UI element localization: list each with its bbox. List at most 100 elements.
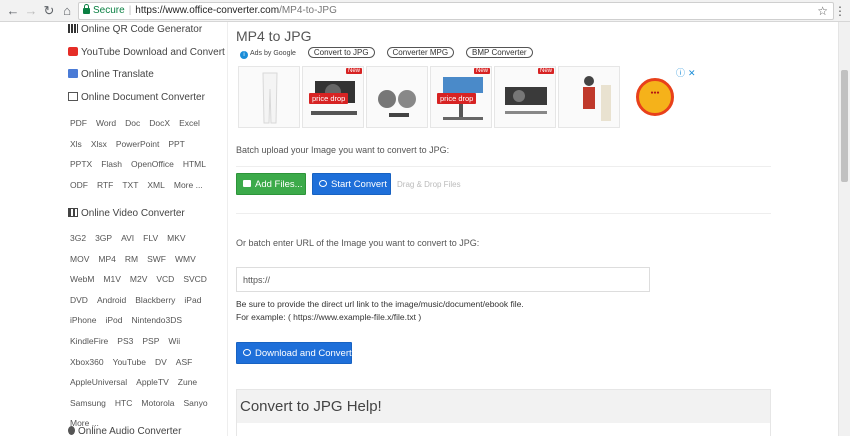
sidebar-link[interactable]: 3G2: [70, 228, 86, 249]
sidebar-video-label: Online Video Converter: [81, 208, 185, 219]
vertical-scrollbar[interactable]: [838, 22, 850, 436]
sidebar-link[interactable]: Xlsx: [91, 134, 107, 155]
sidebar-link[interactable]: PSP: [142, 331, 159, 352]
add-files-button[interactable]: Add Files...: [236, 173, 306, 195]
reload-icon[interactable]: ↻: [40, 2, 58, 20]
sidebar-link[interactable]: Android: [97, 290, 126, 311]
sidebar-qr-generator[interactable]: Online QR Code Generator: [68, 24, 202, 35]
ad-close-icon[interactable]: ✕: [688, 68, 696, 78]
ad-product-leggings[interactable]: [238, 66, 300, 128]
ad-product-camera-set[interactable]: New price drop: [302, 66, 364, 128]
sidebar-link[interactable]: Sanyo: [183, 393, 207, 414]
sidebar-link[interactable]: RM: [125, 249, 138, 270]
promo-seal-graphic: ●●●: [650, 90, 660, 96]
sidebar-link[interactable]: AVI: [121, 228, 134, 249]
sidebar-link[interactable]: M2V: [130, 269, 147, 290]
sidebar-link[interactable]: HTML: [183, 154, 206, 175]
sidebar-link[interactable]: PowerPoint: [116, 134, 159, 155]
sidebar-link[interactable]: More ...: [174, 175, 203, 196]
scrollbar-thumb[interactable]: [841, 70, 848, 182]
sidebar-link[interactable]: SVCD: [183, 269, 207, 290]
sidebar-link[interactable]: DV: [155, 352, 167, 373]
sidebar-link[interactable]: WMV: [175, 249, 196, 270]
sidebar-link[interactable]: Motorola: [141, 393, 174, 414]
sidebar-link[interactable]: iPad: [184, 290, 201, 311]
adchoices-icon[interactable]: i: [240, 51, 248, 59]
sidebar-audio-converter[interactable]: Online Audio Converter: [68, 426, 181, 436]
back-arrow-icon[interactable]: ←: [4, 2, 22, 20]
sidebar-link[interactable]: MP4: [98, 249, 115, 270]
sidebar-link[interactable]: ASF: [176, 352, 193, 373]
ad-product-gadget[interactable]: New: [494, 66, 556, 128]
promo-seal: [636, 78, 674, 116]
sidebar-link[interactable]: MOV: [70, 249, 89, 270]
sidebar-link[interactable]: Flash: [101, 154, 122, 175]
sidebar-link[interactable]: YouTube: [113, 352, 146, 373]
drag-drop-zone[interactable]: Drag & Drop Files: [397, 180, 461, 189]
sidebar-link[interactable]: KindleFire: [70, 331, 108, 352]
sidebar-online-translate[interactable]: Online Translate: [68, 69, 154, 80]
ad-banner[interactable]: New price drop New price drop New ●●● ⓘ …: [238, 66, 696, 128]
sidebar-link[interactable]: DVD: [70, 290, 88, 311]
sidebar-qr-label: Online QR Code Generator: [81, 24, 203, 35]
ad-product-figure[interactable]: [558, 66, 620, 128]
sidebar-link[interactable]: Word: [96, 113, 116, 134]
browser-menu-icon[interactable]: ⋮: [834, 2, 846, 20]
url-example: For example: ( https://www.example-file.…: [236, 312, 422, 322]
sidebar-link[interactable]: Wii: [168, 331, 180, 352]
sidebar-link[interactable]: PPTX: [70, 154, 92, 175]
sidebar-link[interactable]: Xls: [70, 134, 82, 155]
ad-product-stand[interactable]: New price drop: [430, 66, 492, 128]
sidebar-link[interactable]: FLV: [143, 228, 158, 249]
batch-upload-label: Batch upload your Image you want to conv…: [236, 145, 450, 155]
sidebar-link[interactable]: Nintendo3DS: [131, 310, 182, 331]
sidebar-link[interactable]: iPod: [105, 310, 122, 331]
sidebar-link[interactable]: MKV: [167, 228, 185, 249]
forward-arrow-icon[interactable]: →: [22, 2, 40, 20]
sidebar-link[interactable]: Samsung: [70, 393, 106, 414]
sidebar-link[interactable]: PPT: [168, 134, 185, 155]
start-convert-button[interactable]: Start Convert: [312, 173, 391, 195]
youtube-icon: [68, 47, 78, 56]
sidebar-link[interactable]: RTF: [97, 175, 113, 196]
sidebar-link[interactable]: HTC: [115, 393, 132, 414]
sidebar-link[interactable]: VCD: [156, 269, 174, 290]
sidebar-link[interactable]: AppleTV: [136, 372, 169, 393]
sidebar-link[interactable]: OpenOffice: [131, 154, 174, 175]
sidebar-audio-label: Online Audio Converter: [78, 426, 182, 436]
help-content: [237, 423, 770, 436]
address-bar[interactable]: Secure | https://www.office-converter.com/…: [78, 2, 834, 20]
download-convert-button[interactable]: Download and Convert: [236, 342, 352, 364]
home-icon[interactable]: ⌂: [58, 2, 76, 20]
sidebar-link[interactable]: 3GP: [95, 228, 112, 249]
url-input[interactable]: [236, 267, 650, 292]
sidebar-link[interactable]: Excel: [179, 113, 200, 134]
sidebar-link[interactable]: M1V: [103, 269, 120, 290]
sidebar-link[interactable]: DocX: [149, 113, 170, 134]
ad-pill-converter-mpg[interactable]: Converter MPG: [386, 47, 455, 58]
sidebar-link[interactable]: PS3: [117, 331, 133, 352]
sidebar-link[interactable]: Doc: [125, 113, 140, 134]
sidebar-link[interactable]: TXT: [122, 175, 138, 196]
ad-pill-convert-to-jpg[interactable]: Convert to JPG: [307, 47, 375, 58]
sidebar-link[interactable]: Blackberry: [135, 290, 175, 311]
sidebar-video-converter[interactable]: Online Video Converter: [68, 208, 185, 219]
ad-info-icon[interactable]: ⓘ: [676, 68, 685, 78]
sidebar-link[interactable]: ODF: [70, 175, 88, 196]
ad-pill-bmp-converter[interactable]: BMP Converter: [466, 47, 533, 58]
sidebar-link[interactable]: PDF: [70, 113, 87, 134]
sidebar-link[interactable]: Zune: [178, 372, 197, 393]
sidebar-document-converter[interactable]: Online Document Converter: [68, 92, 205, 103]
sidebar-link[interactable]: AppleUniversal: [70, 372, 127, 393]
sidebar-document-label: Online Document Converter: [81, 92, 205, 103]
ad-promo-badge[interactable]: ●●●: [628, 74, 682, 128]
sidebar-link[interactable]: iPhone: [70, 310, 96, 331]
sidebar-youtube-download[interactable]: YouTube Download and Convert: [68, 47, 225, 58]
sidebar-link[interactable]: WebM: [70, 269, 94, 290]
bookmark-star-icon[interactable]: ☆: [817, 2, 828, 20]
video-format-links: 3G2 3GP AVI FLV MKV MOV MP4 RM SWF WMV WebM M1V M2V V…: [70, 228, 220, 434]
sidebar-link[interactable]: XML: [147, 175, 164, 196]
sidebar-link[interactable]: Xbox360: [70, 352, 104, 373]
sidebar-link[interactable]: SWF: [147, 249, 166, 270]
ad-product-bells[interactable]: [366, 66, 428, 128]
